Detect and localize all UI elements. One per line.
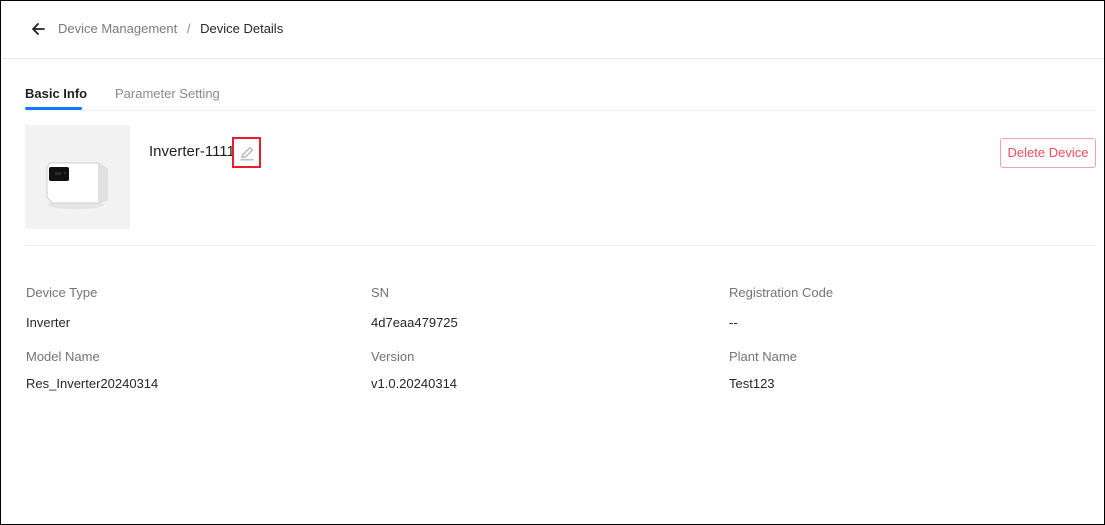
model-name-value: Res_Inverter20240314 (26, 376, 159, 391)
plant-name-value: Test123 (729, 376, 775, 391)
version-label: Version (371, 349, 415, 364)
active-tab-indicator (25, 107, 82, 110)
arrow-left-icon (32, 23, 45, 35)
registration-code-value: -- (729, 315, 738, 330)
device-type-label: Device Type (26, 285, 98, 300)
breadcrumb-device-details: Device Details (200, 21, 284, 36)
delete-device-button[interactable]: Delete Device (1000, 138, 1096, 168)
sn-value: 4d7eaa479725 (371, 315, 458, 330)
breadcrumb-separator: / (186, 21, 191, 36)
breadcrumb: Device Management / Device Details (58, 21, 283, 37)
pencil-icon (240, 146, 254, 161)
tab-basic-info[interactable]: Basic Info (25, 86, 87, 102)
plant-name-label: Plant Name (729, 349, 797, 364)
device-image (25, 125, 130, 229)
back-button[interactable] (28, 18, 50, 40)
device-name: Inverter-1111 (149, 143, 235, 160)
sn-label: SN (371, 285, 390, 300)
device-type-value: Inverter (26, 315, 71, 330)
section-divider (25, 245, 1096, 246)
tab-parameter-setting[interactable]: Parameter Setting (115, 86, 220, 102)
breadcrumb-device-management[interactable]: Device Management (58, 21, 177, 36)
tab-bar: Basic Info Parameter Setting (25, 79, 1096, 111)
device-details-page: Device Management / Device Details Basic… (0, 0, 1105, 525)
inverter-device-image (25, 125, 130, 229)
version-value: v1.0.20240314 (371, 376, 458, 391)
registration-code-label: Registration Code (729, 285, 834, 300)
model-name-label: Model Name (26, 349, 100, 364)
edit-device-name-button[interactable] (232, 137, 261, 168)
page-header: Device Management / Device Details (1, 1, 1104, 59)
